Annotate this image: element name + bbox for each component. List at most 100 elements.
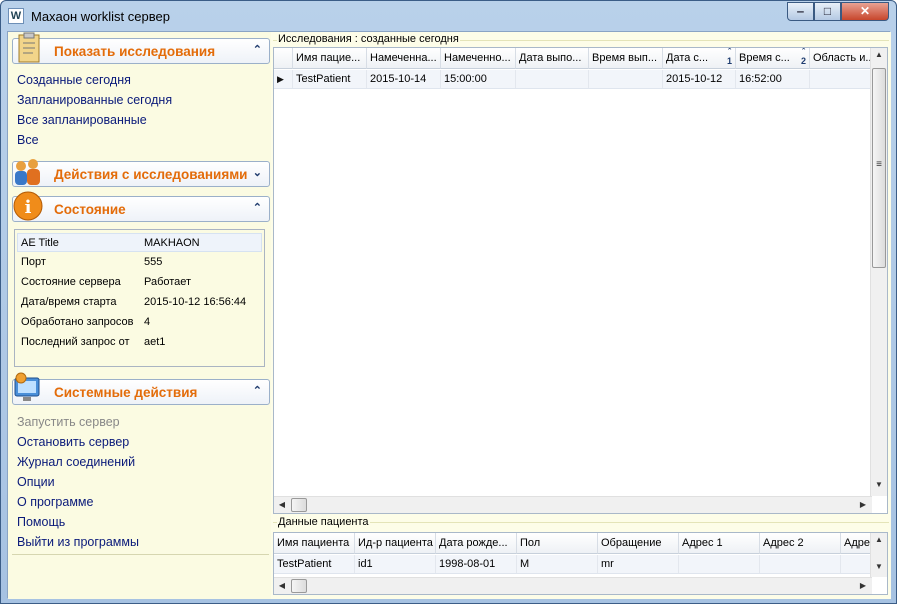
status-row[interactable]: Обработано запросов 4	[17, 313, 262, 332]
column-header[interactable]: Дата выпо...	[516, 48, 589, 69]
cell: TestPatient	[274, 555, 355, 573]
column-header[interactable]: Пол	[517, 533, 598, 554]
studies-vertical-scrollbar[interactable]: ▲ ≡ ▼	[870, 48, 887, 496]
column-header[interactable]: Имя пацие...	[293, 48, 367, 69]
link-connection-log[interactable]: Журнал соединений	[17, 455, 135, 469]
scroll-right-icon[interactable]: ▶	[856, 500, 870, 509]
table-row[interactable]: ▶ TestPatient 2015-10-14 15:00:00 2015-1…	[274, 70, 872, 89]
section-header-study-actions[interactable]: Действия с исследованиями ⌄	[12, 159, 270, 187]
studies-horizontal-scrollbar[interactable]: ◀ ▶	[274, 496, 872, 513]
column-header[interactable]: Область и...	[810, 48, 872, 69]
maximize-button[interactable]: □	[814, 2, 841, 21]
section-title: Действия с исследованиями	[54, 167, 248, 182]
cell: M	[517, 555, 598, 573]
window-title: Maxaoн worklist сервер	[31, 9, 170, 24]
link-all[interactable]: Все	[17, 133, 39, 147]
status-row[interactable]: Дата/время старта 2015-10-12 16:56:44	[17, 293, 262, 312]
link-exit[interactable]: Выйти из программы	[17, 535, 139, 549]
status-value: 4	[144, 316, 151, 328]
cell	[810, 70, 872, 88]
section-title: Показать исследования	[54, 44, 216, 59]
table-row[interactable]: TestPatient id1 1998-08-01 M mr	[274, 555, 872, 574]
status-row[interactable]: Порт 555	[17, 253, 262, 272]
sort-asc-icon: ˆ2	[800, 48, 806, 66]
cell: 15:00:00	[441, 70, 516, 88]
chevron-up-icon[interactable]: ⌃	[253, 384, 262, 397]
chevron-up-icon[interactable]: ⌃	[253, 201, 262, 214]
clipboard-icon	[18, 32, 40, 63]
scroll-left-icon[interactable]: ◀	[275, 581, 289, 590]
patient-horizontal-scrollbar[interactable]: ◀ ▶	[274, 577, 872, 594]
status-value: 555	[144, 256, 163, 268]
column-header[interactable]: Обращение	[598, 533, 679, 554]
info-icon: i	[13, 191, 43, 221]
scroll-up-icon[interactable]: ▲	[872, 535, 886, 544]
status-list: AE Title MAKHAON Порт 555 Состояние сервер…	[14, 229, 265, 367]
status-value: 2015-10-12 16:56:44	[144, 296, 247, 308]
column-header[interactable]: Имя пациента	[274, 533, 355, 554]
status-row[interactable]: AE Title MAKHAON	[17, 233, 262, 252]
section-title: Системные действия	[54, 385, 198, 400]
link-created-today[interactable]: Созданные сегодня	[17, 73, 131, 87]
status-row[interactable]: Последний запрос от aet1	[17, 333, 262, 352]
link-start-server[interactable]: Запустить сервер	[17, 415, 120, 429]
column-header-sorted-2[interactable]: Время с... ˆ 2	[736, 48, 810, 69]
main-panel: Исследования : созданные сегодня Имя пац…	[271, 32, 891, 599]
column-header[interactable]: Время вып...	[589, 48, 663, 69]
scroll-left-icon[interactable]: ◀	[275, 500, 289, 509]
cell: 16:52:00	[736, 70, 810, 88]
cell: 2015-10-12	[663, 70, 736, 88]
people-icon	[15, 159, 40, 185]
column-header[interactable]: Намеченна...	[367, 48, 441, 69]
link-about[interactable]: О программе	[17, 495, 93, 509]
status-label: Обработано запросов	[21, 316, 134, 328]
scroll-down-icon[interactable]: ▼	[872, 480, 886, 489]
link-all-scheduled[interactable]: Все запланированные	[17, 113, 147, 127]
cell: 2015-10-14	[367, 70, 441, 88]
scroll-thumb[interactable]	[291, 579, 307, 593]
column-header-label: Время с...	[739, 52, 790, 64]
section-header-status[interactable]: i Состояние ⌃	[12, 191, 270, 222]
link-stop-server[interactable]: Остановить сервер	[17, 435, 129, 449]
row-header-corner	[274, 48, 293, 69]
section-header-show-studies[interactable]: Показать исследования ⌃	[12, 32, 270, 64]
column-header[interactable]: Ид-р пациента	[355, 533, 436, 554]
scroll-down-icon[interactable]: ▼	[872, 562, 886, 571]
app-window: W Maxaoн worklist сервер ‒ □ ✕ Показать …	[0, 0, 897, 604]
status-label: Последний запрос от	[21, 336, 130, 348]
status-value: MAKHAON	[144, 237, 200, 249]
scroll-up-icon[interactable]: ▲	[872, 50, 886, 59]
status-label: Дата/время старта	[21, 296, 117, 308]
studies-grid: Имя пацие... Намеченна... Намеченно... Д…	[273, 47, 888, 514]
column-header[interactable]: Адре	[841, 533, 872, 554]
sort-asc-icon: ˆ1	[726, 48, 732, 66]
cell	[516, 70, 589, 88]
cell	[679, 555, 760, 573]
column-header[interactable]: Намеченно...	[441, 48, 516, 69]
section-header-system-actions[interactable]: Системные действия ⌃	[12, 372, 270, 405]
title-bar[interactable]: W Maxaoн worklist сервер ‒ □ ✕	[1, 1, 896, 31]
column-header-label: Дата с...	[666, 52, 709, 64]
patient-vertical-scrollbar[interactable]: ▲ ▼	[870, 533, 887, 577]
current-row-arrow-icon: ▶	[274, 70, 293, 88]
status-value: aet1	[144, 336, 166, 348]
minimize-button[interactable]: ‒	[787, 2, 814, 21]
link-help[interactable]: Помощь	[17, 515, 65, 529]
column-header[interactable]: Адрес 1	[679, 533, 760, 554]
status-label: AE Title	[21, 237, 59, 249]
scroll-right-icon[interactable]: ▶	[856, 581, 870, 590]
studies-group-label: Исследования : созданные сегодня	[277, 33, 460, 45]
chevron-up-icon[interactable]: ⌃	[253, 43, 262, 56]
link-options[interactable]: Опции	[17, 475, 55, 489]
sort-order: 2	[800, 56, 806, 66]
chevron-down-icon[interactable]: ⌄	[253, 166, 262, 179]
close-button[interactable]: ✕	[841, 2, 889, 21]
column-header[interactable]: Адрес 2	[760, 533, 841, 554]
column-header-sorted-1[interactable]: Дата с... ˆ 1	[663, 48, 736, 69]
link-scheduled-today[interactable]: Запланированные сегодня	[17, 93, 172, 107]
monitor-icon	[14, 372, 40, 401]
status-row[interactable]: Состояние сервера Работает	[17, 273, 262, 292]
cell: 1998-08-01	[436, 555, 517, 573]
scroll-thumb[interactable]	[291, 498, 307, 512]
column-header[interactable]: Дата рожде...	[436, 533, 517, 554]
